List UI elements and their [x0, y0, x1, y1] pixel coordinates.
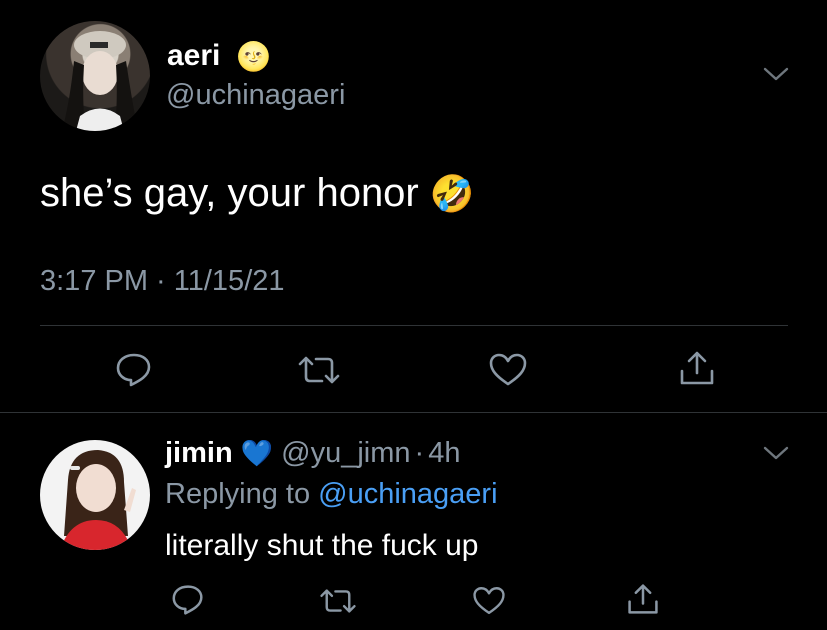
reply-time[interactable]: 4h	[428, 437, 460, 469]
divider-bottom	[0, 412, 827, 413]
replying-to-label: Replying to	[165, 478, 311, 510]
moon-face-emoji: 🌝	[236, 41, 271, 72]
display-name[interactable]: aeri	[167, 37, 220, 75]
retweet-button[interactable]	[296, 355, 342, 385]
share-icon	[680, 351, 714, 385]
reply-button[interactable]	[115, 352, 153, 388]
tweet-text: she’s gay, your honor 🤣	[40, 169, 475, 218]
heart-icon	[489, 353, 527, 386]
tweet-timestamp[interactable]: 3:17 PM · 11/15/21	[40, 263, 285, 299]
avatar-photo-icon	[62, 31, 138, 131]
reply-share-button[interactable]	[626, 582, 660, 616]
reply-retweet-button[interactable]	[318, 588, 358, 614]
replying-to-handle[interactable]: @uchinagaeri	[318, 478, 497, 510]
retweet-icon	[298, 356, 340, 384]
reply-reply-button[interactable]	[171, 584, 205, 616]
share-icon	[628, 584, 658, 614]
replying-to-line: Replying to @uchinagaeri	[165, 475, 498, 513]
heart-icon	[473, 587, 505, 615]
reply-chevron-down-icon[interactable]	[763, 445, 789, 461]
avatar-photo-icon	[60, 450, 136, 550]
blue-heart-emoji: 💙	[240, 438, 274, 468]
user-handle[interactable]: @uchinagaeri	[166, 77, 345, 113]
divider-top	[40, 325, 788, 326]
like-button[interactable]	[488, 353, 528, 387]
avatar-aeri[interactable]	[40, 21, 150, 131]
tweet-text-body: she’s gay, your honor	[40, 171, 419, 215]
reply-display-name[interactable]: jimin	[165, 437, 233, 469]
speech-bubble-icon	[116, 353, 151, 387]
reply-header: jimin 💙 @yu_jimn · 4h	[165, 434, 460, 472]
chevron-down-icon[interactable]	[763, 66, 789, 82]
speech-bubble-icon	[172, 585, 203, 615]
reply-handle[interactable]: @yu_jimn	[281, 437, 410, 469]
rolling-laughing-emoji: 🤣	[429, 173, 475, 214]
reply-separator: ·	[414, 437, 425, 469]
reply-text: literally shut the fuck up	[165, 529, 479, 562]
retweet-icon	[320, 589, 356, 613]
avatar-jimin[interactable]	[40, 440, 150, 550]
share-button[interactable]	[678, 349, 716, 387]
reply-like-button[interactable]	[472, 586, 506, 616]
